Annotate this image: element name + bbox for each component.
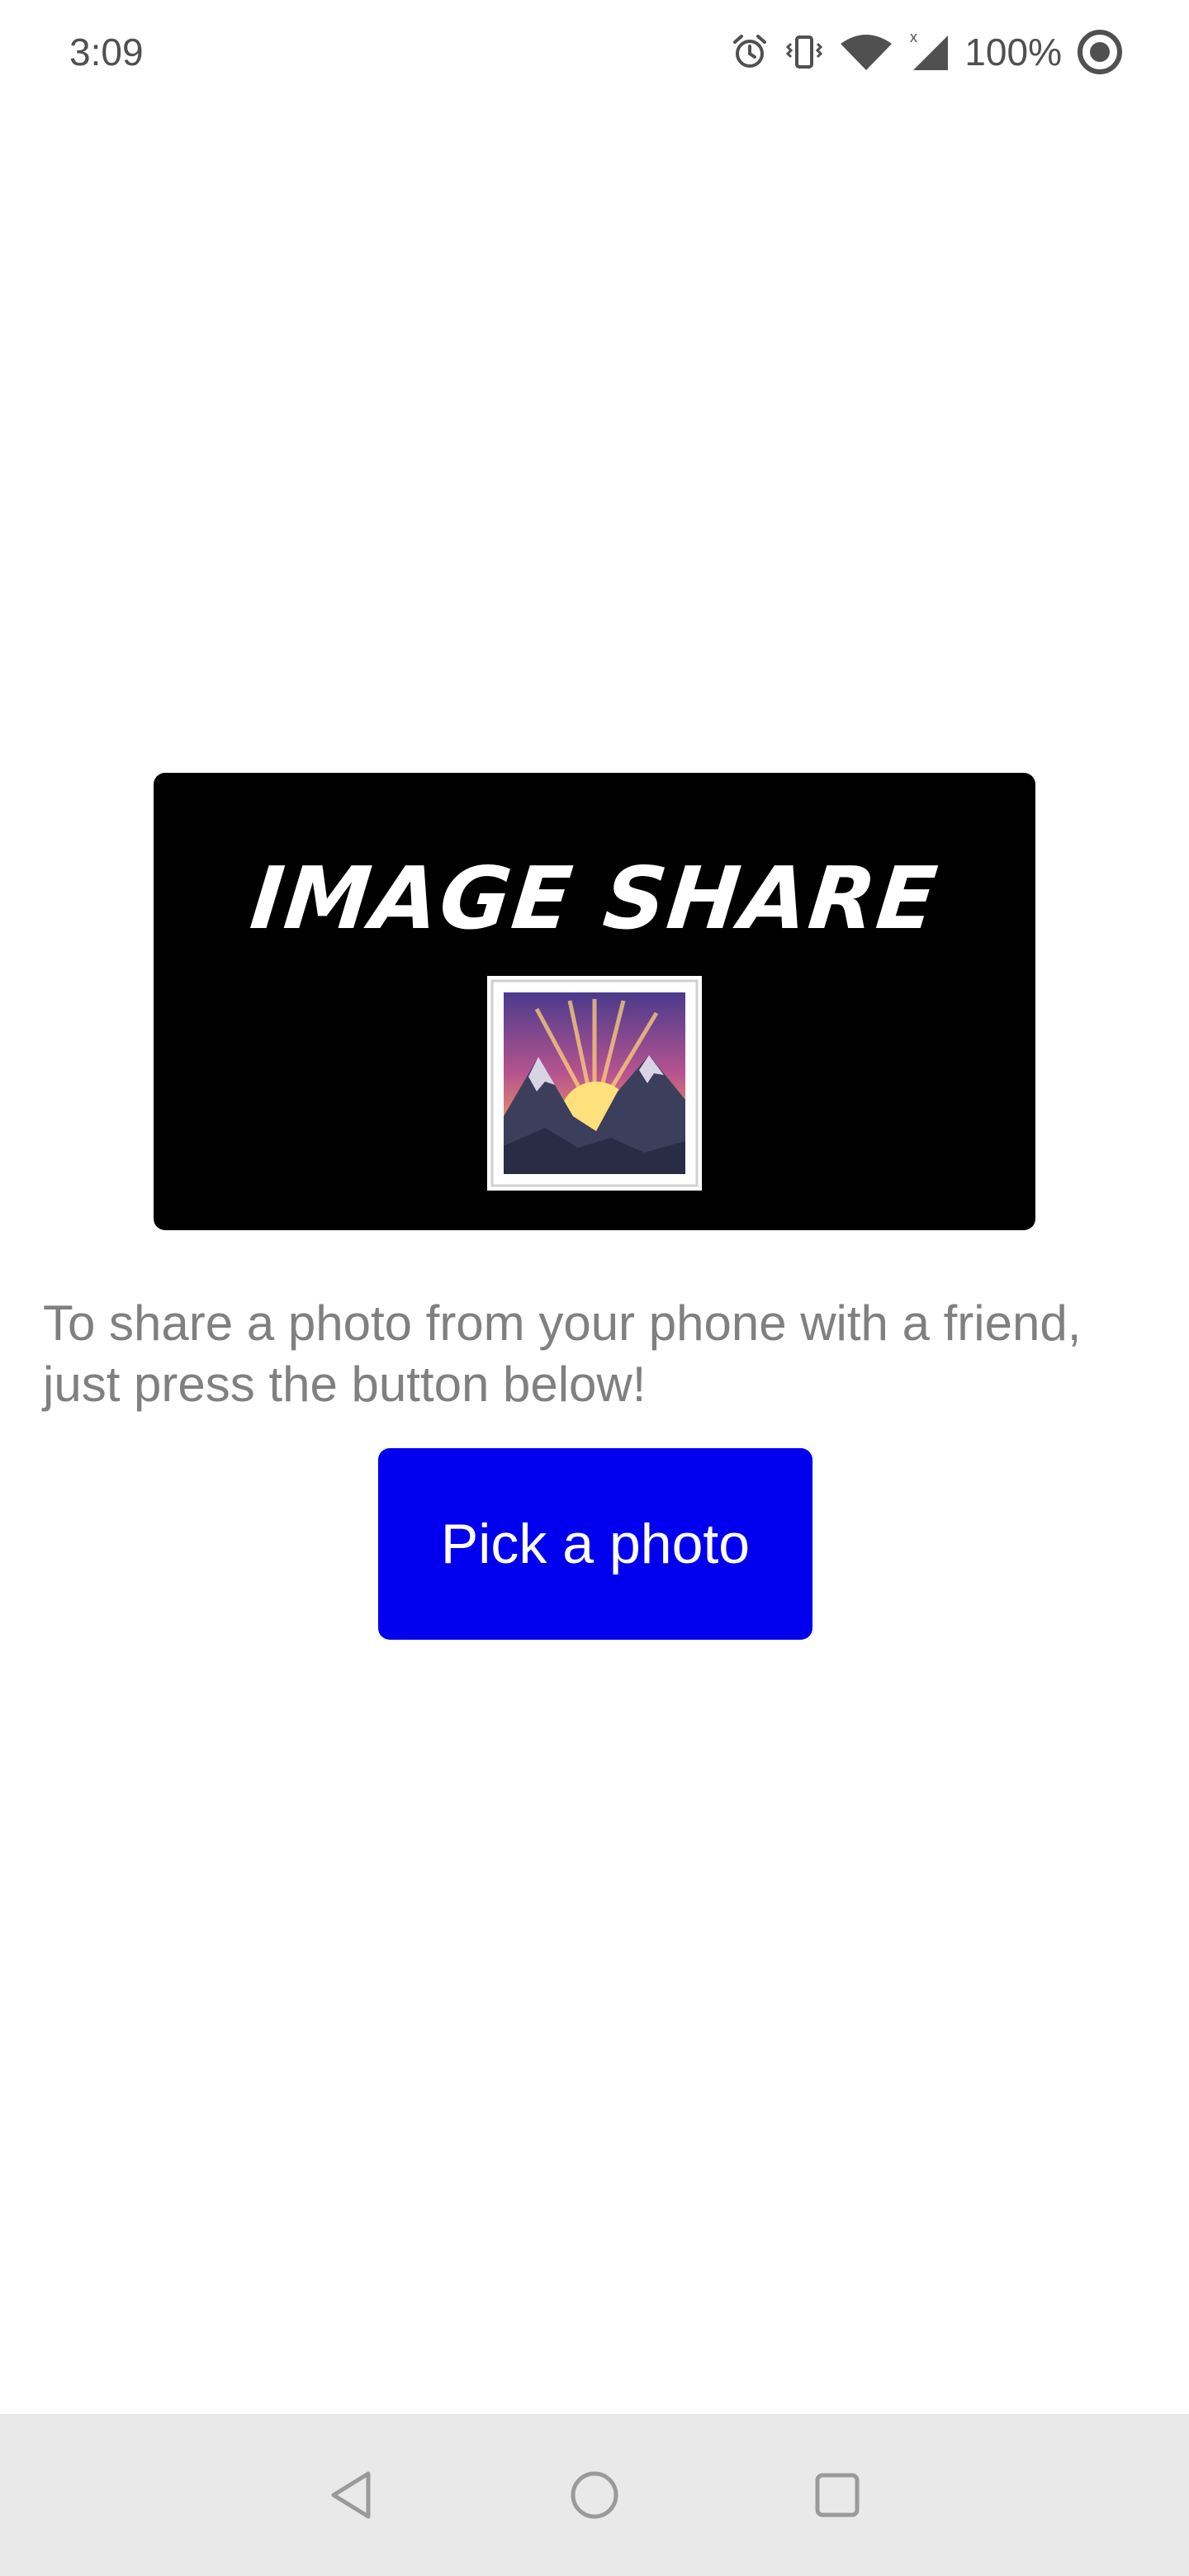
battery-saver-icon <box>1077 29 1123 75</box>
battery-percentage: 100% <box>964 31 1062 73</box>
cell-signal-icon: x <box>908 31 950 73</box>
instructions-text: To share a photo from your phone with a … <box>43 1295 1082 1412</box>
navigation-bar <box>0 2414 1189 2576</box>
status-time: 3:09 <box>69 31 144 73</box>
recents-icon[interactable] <box>799 2457 875 2533</box>
pick-photo-button[interactable]: Pick a photo <box>378 1448 812 1640</box>
alarm-icon <box>730 32 770 72</box>
status-icons: x 100% <box>730 25 1123 79</box>
home-icon[interactable] <box>557 2457 632 2533</box>
wifi-icon <box>839 32 893 72</box>
svg-text:x: x <box>910 31 917 45</box>
sunrise-over-mountains-icon <box>487 976 702 1191</box>
app-logo-banner: IMAGE SHARE <box>154 773 1035 1230</box>
vibrate-icon <box>784 32 824 72</box>
hero-title: IMAGE SHARE <box>246 848 943 949</box>
back-icon[interactable] <box>314 2457 390 2533</box>
status-bar: 3:09 x 100% <box>0 0 1189 104</box>
